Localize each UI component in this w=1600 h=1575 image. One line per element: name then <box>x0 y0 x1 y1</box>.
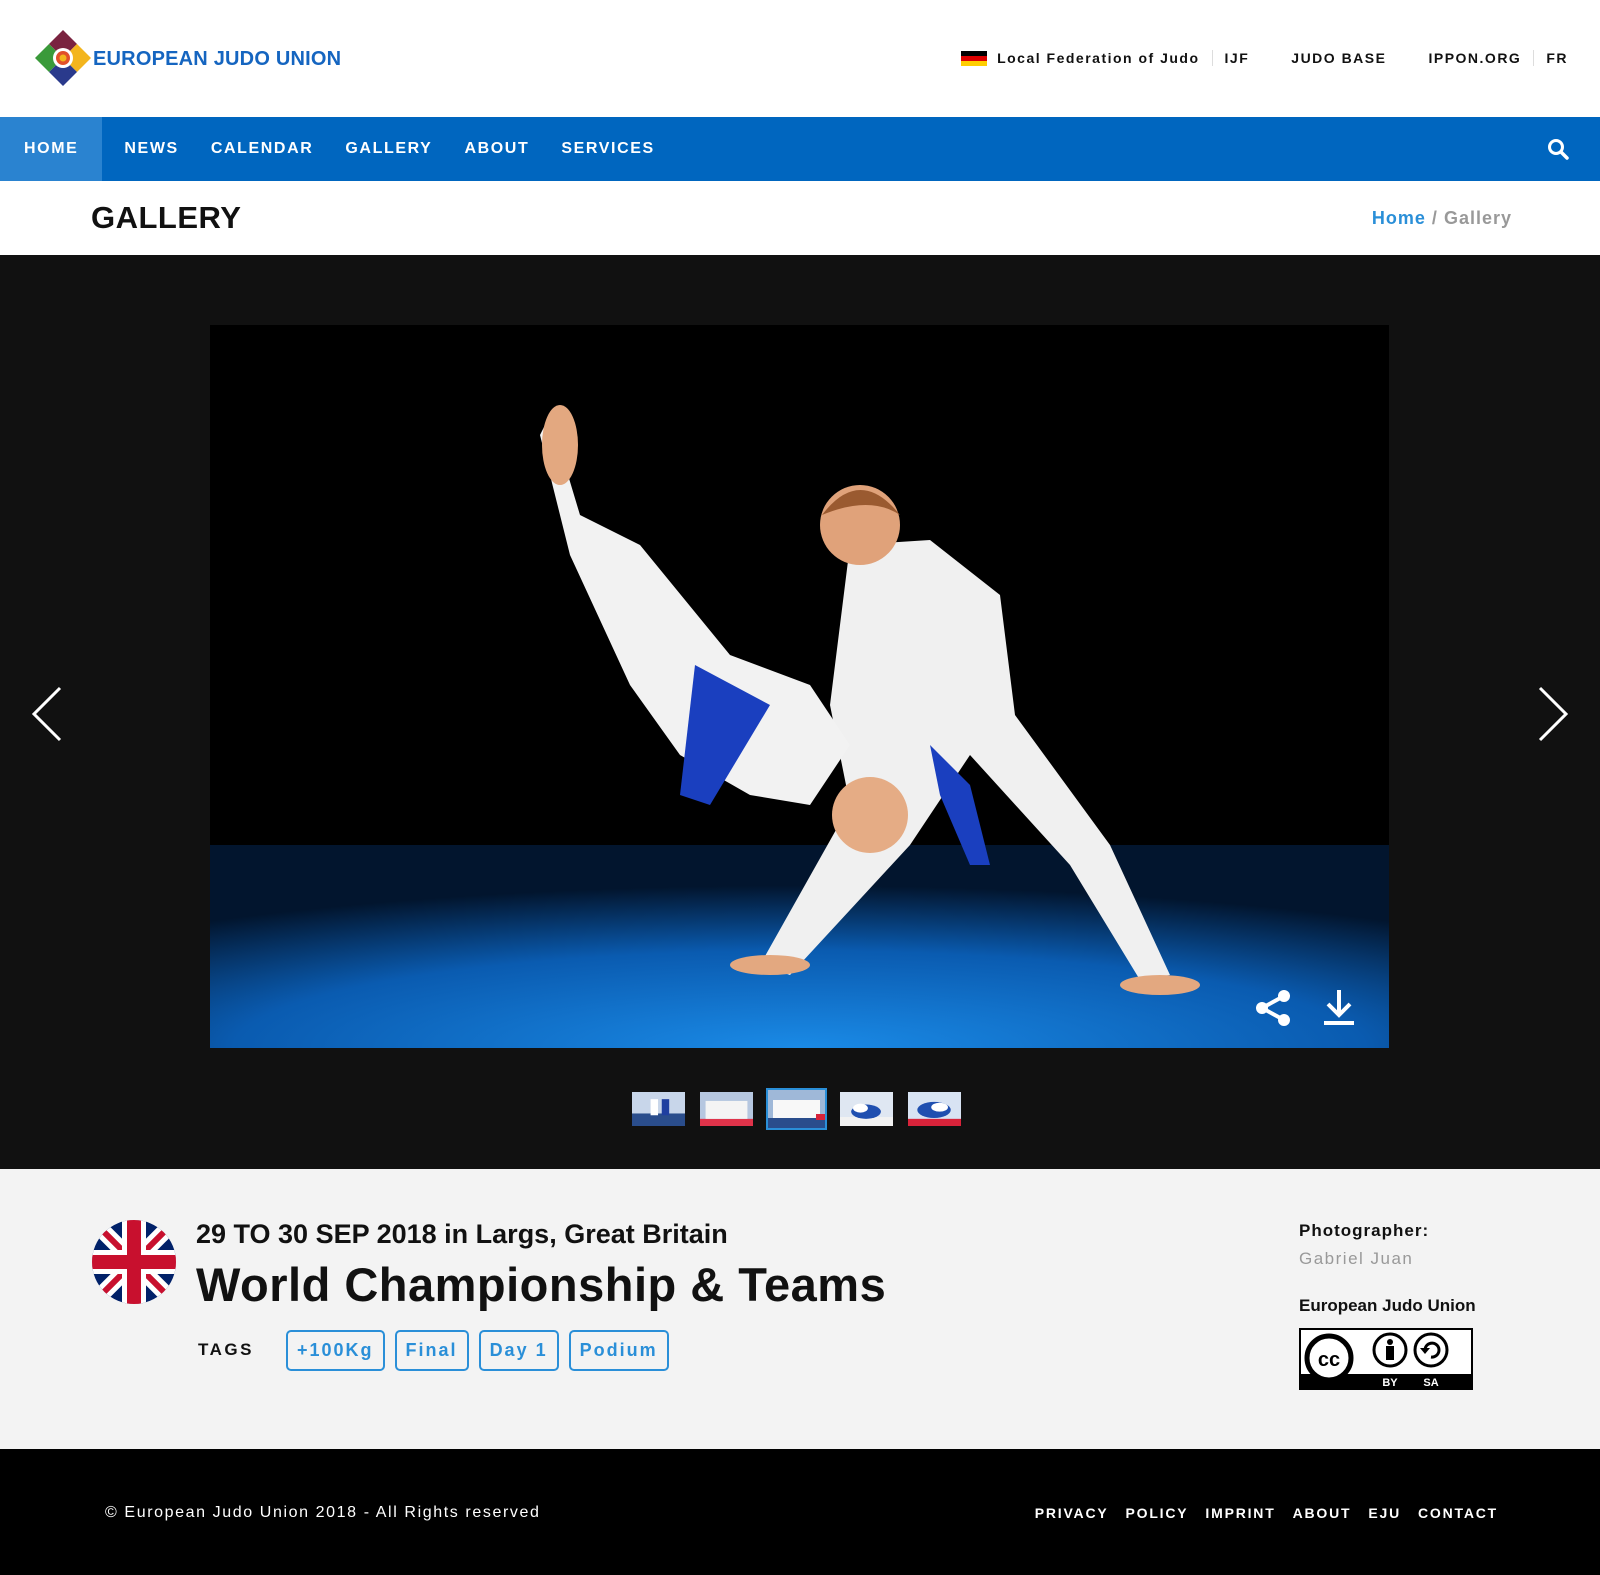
event-title: World Championship & Teams <box>196 1258 887 1311</box>
svg-text:cc: cc <box>1318 1349 1340 1371</box>
copyright-text: © European Judo Union 2018 - All Rights … <box>105 1504 541 1521</box>
page-title-bar: GALLERY Home / Gallery <box>0 181 1600 255</box>
license-sa-label: SA <box>1423 1377 1438 1389</box>
divider <box>1533 50 1535 66</box>
photographer-label: Photographer: <box>1299 1221 1430 1240</box>
divider <box>1211 50 1213 66</box>
photographer-name: Gabriel Juan <box>1299 1249 1414 1268</box>
footer-link-eju[interactable]: EJU <box>1368 1505 1401 1521</box>
top-links: Local Federation of Judo IJF JUDO BASE I… <box>961 50 1568 66</box>
breadcrumb-separator: / <box>1431 208 1438 228</box>
brand-name: EUROPEAN JUDO UNION <box>93 47 342 70</box>
judobase-link[interactable]: JUDO BASE <box>1291 50 1386 66</box>
event-date-location: 29 TO 30 SEP 2018 in Largs, Great Britai… <box>196 1219 728 1249</box>
footer-link-contact[interactable]: CONTACT <box>1418 1505 1498 1521</box>
tag-list: +100Kg Final Day 1 Podium <box>286 1330 669 1371</box>
tag-100kg[interactable]: +100Kg <box>286 1330 385 1371</box>
breadcrumb-home-link[interactable]: Home <box>1372 208 1426 228</box>
gallery-thumbnail[interactable] <box>698 1090 755 1128</box>
footer-link-policy[interactable]: POLICY <box>1126 1505 1189 1521</box>
nav-item-gallery[interactable]: GALLERY <box>329 117 448 181</box>
breadcrumb: Home / Gallery <box>1372 208 1512 229</box>
chevron-left-icon[interactable] <box>30 685 66 743</box>
local-federation-link[interactable]: Local Federation of Judo <box>997 50 1199 66</box>
tag-final[interactable]: Final <box>394 1330 469 1371</box>
search-icon[interactable] <box>1546 137 1570 161</box>
page-title: GALLERY <box>91 200 242 235</box>
judo-throw-photo <box>210 325 1389 1048</box>
gallery-stage <box>0 255 1600 1169</box>
tag-day-1[interactable]: Day 1 <box>478 1330 559 1371</box>
breadcrumb-current: Gallery <box>1443 208 1512 228</box>
download-icon[interactable] <box>1319 988 1359 1028</box>
gallery-main-photo[interactable] <box>210 325 1389 1048</box>
main-nav: HOME NEWS CALENDAR GALLERY ABOUT SERVICE… <box>0 117 1600 181</box>
footer-link-imprint[interactable]: IMPRINT <box>1205 1505 1275 1521</box>
site-footer: © European Judo Union 2018 - All Rights … <box>0 1449 1600 1575</box>
brand-logo[interactable]: EUROPEAN JUDO UNION <box>33 26 341 92</box>
tags-label: TAGS <box>198 1340 254 1359</box>
footer-link-about[interactable]: ABOUT <box>1293 1505 1352 1521</box>
ippon-link[interactable]: IPPON.ORG <box>1428 50 1521 66</box>
germany-flag-icon <box>961 50 988 66</box>
nav-item-about[interactable]: ABOUT <box>448 117 545 181</box>
language-switch[interactable]: FR <box>1546 50 1568 66</box>
footer-link-privacy[interactable]: PRIVACY <box>1035 1505 1109 1521</box>
thumbnail-strip <box>630 1088 963 1130</box>
ijf-link[interactable]: IJF <box>1225 50 1250 66</box>
gallery-thumbnail-active[interactable] <box>766 1088 827 1130</box>
license-by-label: BY <box>1382 1377 1398 1389</box>
top-header: EUROPEAN JUDO UNION Local Federation of … <box>0 0 1600 117</box>
chevron-right-icon[interactable] <box>1534 685 1570 743</box>
gallery-thumbnail[interactable] <box>630 1090 687 1128</box>
uk-flag-icon <box>92 1220 176 1304</box>
event-info-panel: 29 TO 30 SEP 2018 in Largs, Great Britai… <box>0 1169 1600 1449</box>
nav-item-services[interactable]: SERVICES <box>545 117 670 181</box>
photo-actions <box>1253 988 1359 1028</box>
eju-logo-icon <box>35 30 91 86</box>
footer-links: PRIVACY POLICY IMPRINT ABOUT EJU CONTACT <box>1035 1505 1498 1521</box>
nav-item-news[interactable]: NEWS <box>108 117 194 181</box>
nav-item-home[interactable]: HOME <box>0 117 103 181</box>
nav-item-calendar[interactable]: CALENDAR <box>195 117 330 181</box>
tag-podium[interactable]: Podium <box>568 1330 669 1371</box>
share-icon[interactable] <box>1253 988 1293 1028</box>
gallery-thumbnail[interactable] <box>906 1090 963 1128</box>
copyright-organization: European Judo Union <box>1299 1296 1476 1315</box>
gallery-thumbnail[interactable] <box>838 1090 895 1128</box>
cc-by-sa-license-icon[interactable]: cc BY SA <box>1299 1328 1473 1390</box>
